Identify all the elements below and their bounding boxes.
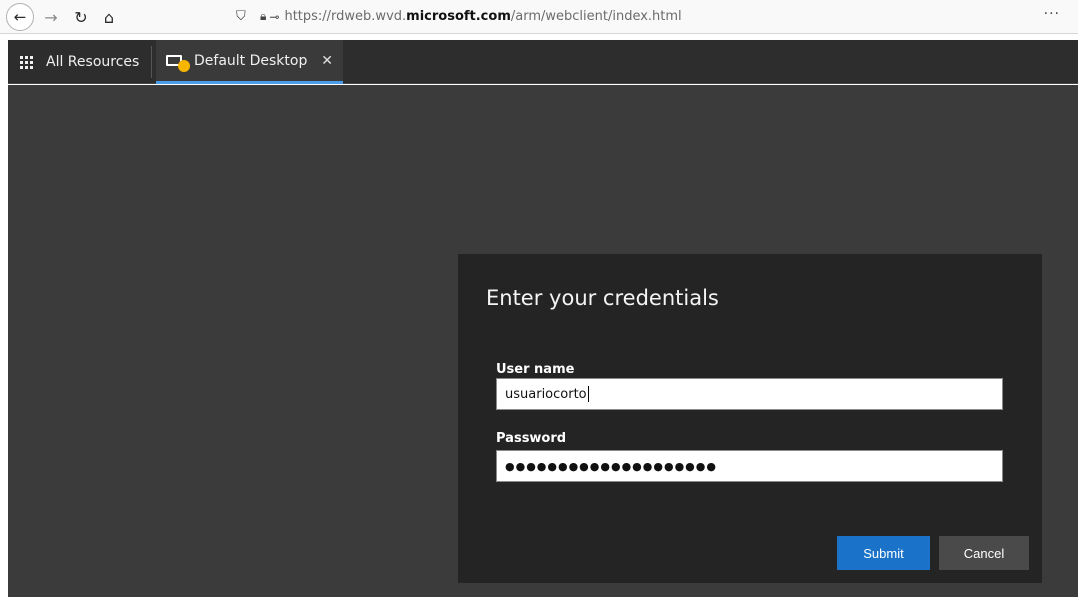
- url-path: /arm/webclient/index.html: [510, 9, 682, 24]
- username-value: usuariocorto: [505, 386, 587, 402]
- lock-icon[interactable]: 🔒︎: [260, 9, 266, 24]
- close-icon[interactable]: ✕: [321, 53, 333, 69]
- home-icon[interactable]: ⌂: [98, 3, 120, 31]
- cancel-button[interactable]: Cancel: [939, 536, 1029, 570]
- password-mask: ●●●●●●●●●●●●●●●●●●●●: [505, 459, 717, 473]
- username-label: User name: [496, 362, 575, 377]
- browser-toolbar: ← → ↻ ⌂ ⛉ 🔒︎ ⊸ https://rdweb.wvd. microso…: [0, 0, 1078, 34]
- text-caret: [587, 386, 589, 402]
- tab-label: Default Desktop: [194, 52, 308, 69]
- dialog-title: Enter your credentials: [486, 286, 719, 310]
- username-input[interactable]: usuariocorto: [496, 378, 1003, 410]
- more-options-icon[interactable]: ···: [1044, 6, 1060, 22]
- key-icon[interactable]: ⊸: [269, 10, 279, 24]
- all-resources-label: All Resources: [46, 54, 140, 70]
- tab-divider: [151, 46, 152, 78]
- all-resources-button[interactable]: All Resources: [20, 40, 139, 84]
- credentials-dialog: Enter your credentials User name usuario…: [458, 254, 1042, 583]
- reload-icon[interactable]: ↻: [70, 3, 92, 31]
- back-arrow-icon[interactable]: ←: [6, 3, 34, 31]
- tab-default-desktop[interactable]: Default Desktop ✕: [156, 40, 343, 84]
- app-grid-icon: [20, 55, 33, 69]
- url-prefix: https://rdweb.wvd.: [284, 9, 407, 24]
- submit-button[interactable]: Submit: [837, 536, 930, 570]
- password-label: Password: [496, 431, 567, 446]
- shield-icon[interactable]: ⛉: [236, 9, 250, 24]
- url-host: microsoft.com: [406, 9, 511, 24]
- forward-arrow-icon[interactable]: →: [40, 3, 62, 31]
- password-input[interactable]: ●●●●●●●●●●●●●●●●●●●●: [496, 450, 1003, 482]
- rd-client-top-bar: All Resources Default Desktop ✕: [8, 40, 1078, 84]
- remote-desktop-icon: [166, 54, 190, 72]
- address-bar[interactable]: ⛉ 🔒︎ ⊸ https://rdweb.wvd. microsoft.com/a…: [236, 4, 1066, 29]
